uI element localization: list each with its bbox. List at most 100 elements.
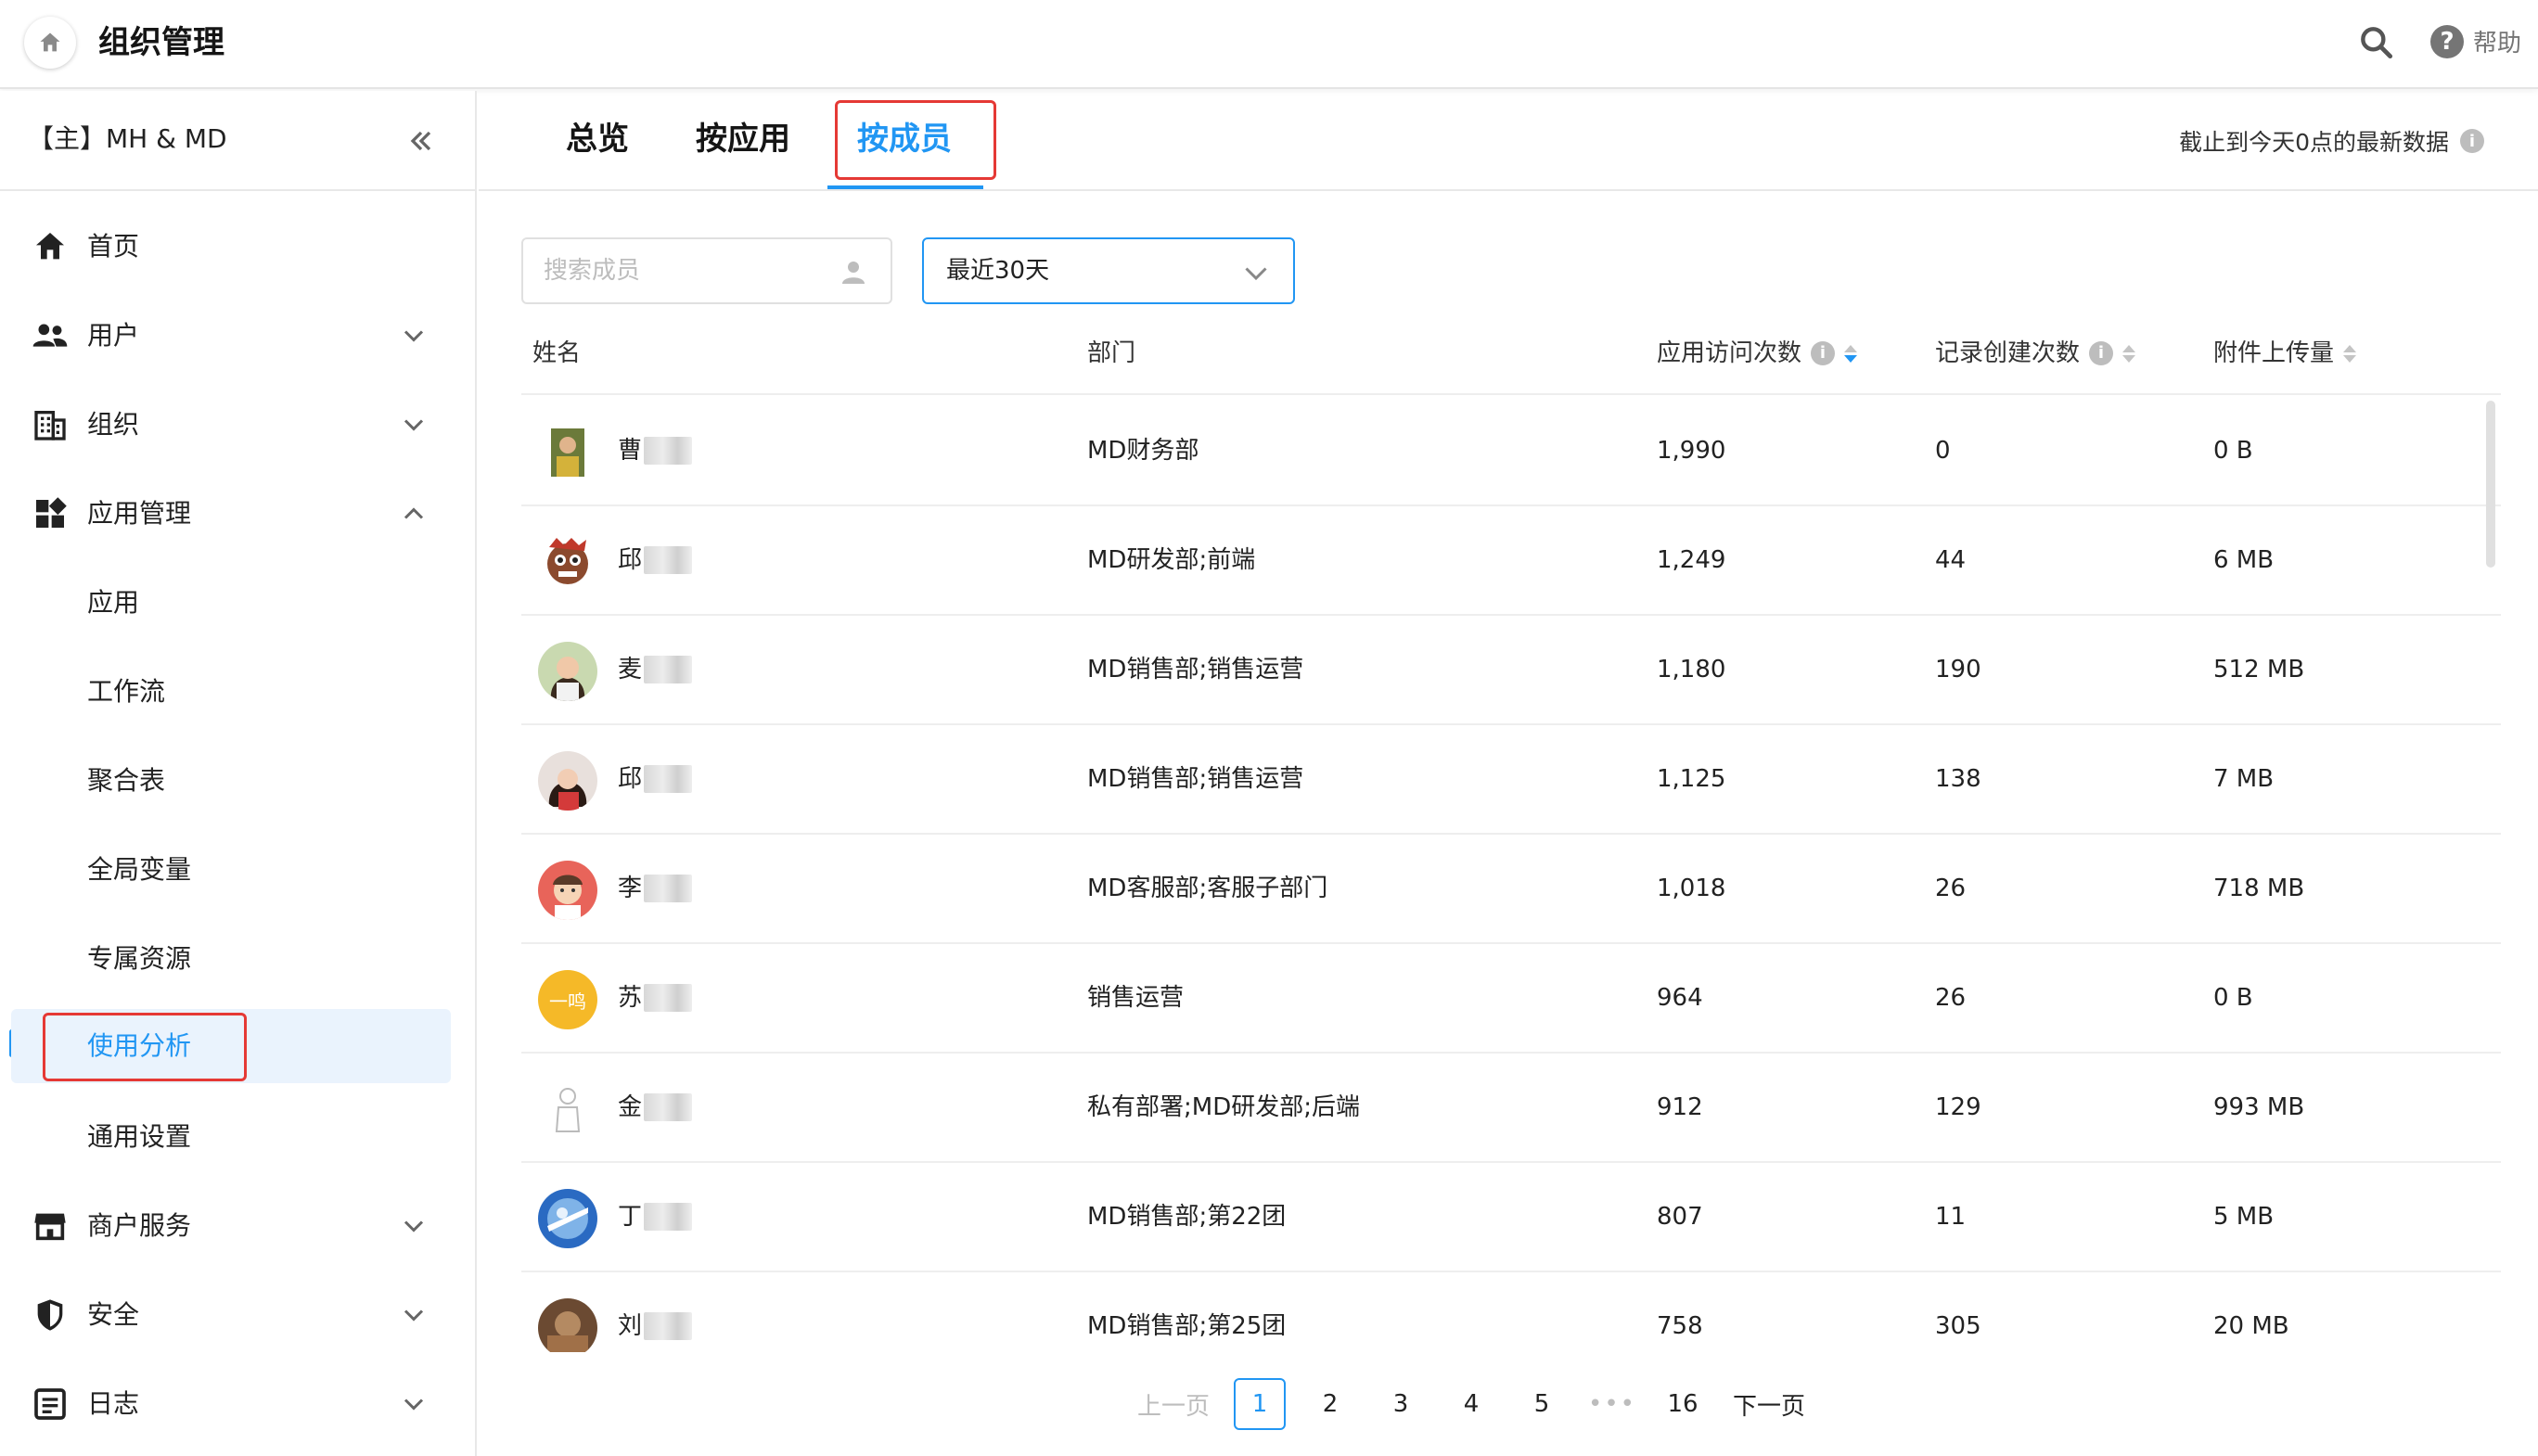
- table-row[interactable]: 丁 MD销售部;第22团 807 11 5 MB: [521, 1163, 2501, 1272]
- person-icon: [842, 262, 865, 284]
- uploads-cell: 0 B: [2213, 984, 2253, 1012]
- visits-cell: 1,990: [1657, 437, 1726, 465]
- visits-cell: 912: [1657, 1093, 1703, 1121]
- sidebar-item-label: 日志: [87, 1388, 140, 1419]
- records-cell: 138: [1935, 765, 1981, 793]
- sidebar-item-users[interactable]: 用户: [0, 299, 475, 373]
- help-button[interactable]: ? 帮助: [2430, 24, 2521, 58]
- column-label: 部门: [1087, 339, 1136, 367]
- member-name-text: 邱: [618, 765, 643, 793]
- visits-cell: 1,018: [1657, 875, 1726, 902]
- page-3-button[interactable]: 3: [1375, 1378, 1427, 1430]
- page-1-button[interactable]: 1: [1234, 1378, 1286, 1430]
- chevron-down-icon: [404, 1399, 424, 1411]
- log-icon: [34, 1388, 66, 1420]
- info-icon[interactable]: i: [2460, 129, 2484, 153]
- search-icon[interactable]: [2356, 22, 2397, 63]
- redacted-text: [644, 875, 693, 902]
- table-row[interactable]: 曹 MD财务部 1,990 0 0 B: [521, 397, 2501, 506]
- sidebar-item-apps[interactable]: 应用: [0, 566, 475, 640]
- member-search[interactable]: [521, 237, 892, 304]
- sort-icon[interactable]: [2343, 344, 2357, 363]
- sidebar-item-label: 安全: [87, 1299, 140, 1330]
- sort-icon[interactable]: [2122, 344, 2136, 363]
- column-header-records[interactable]: 记录创建次数 i: [1935, 336, 2136, 371]
- redacted-text: [644, 546, 693, 574]
- records-cell: 190: [1935, 656, 1981, 683]
- home-button[interactable]: [24, 17, 76, 69]
- table-row[interactable]: 麦 MD销售部;销售运营 1,180 190 512 MB: [521, 616, 2501, 725]
- dept-cell: MD财务部: [1087, 437, 1199, 465]
- sidebar-item-global-variables[interactable]: 全局变量: [0, 833, 475, 907]
- member-name: 丁: [618, 1198, 693, 1235]
- table-row[interactable]: 金 私有部署;MD研发部;后端 912 129 993 MB: [521, 1054, 2501, 1163]
- org-switcher[interactable]: 【主】MH & MD: [0, 91, 475, 191]
- sidebar-item-home[interactable]: 首页: [0, 210, 475, 284]
- uploads-cell: 512 MB: [2213, 656, 2305, 683]
- avatar: [538, 751, 597, 811]
- column-header-name: 姓名: [532, 336, 581, 371]
- member-name-text: 刘: [618, 1312, 643, 1340]
- data-freshness-note: 截止到今天0点的最新数据 i: [2179, 124, 2484, 158]
- sidebar-item-merchant-services[interactable]: 商户服务: [0, 1189, 475, 1263]
- table-body: 曹 MD财务部 1,990 0 0 B 邱 MD研发部;前端 1,249 44 …: [521, 397, 2501, 1352]
- building-icon: [34, 411, 66, 441]
- more-pages-ellipsis[interactable]: •••: [1586, 1378, 1638, 1430]
- sidebar-item-org[interactable]: 组织: [0, 388, 475, 462]
- users-icon: [32, 324, 68, 347]
- info-icon[interactable]: i: [2089, 341, 2114, 365]
- table-row[interactable]: 一鸣 苏 销售运营 964 26 0 B: [521, 944, 2501, 1054]
- sidebar-item-security[interactable]: 安全: [0, 1278, 475, 1352]
- member-name-text: 丁: [618, 1203, 643, 1231]
- info-icon[interactable]: i: [1811, 341, 1836, 365]
- records-cell: 26: [1935, 875, 1967, 902]
- search-input[interactable]: [544, 252, 822, 289]
- sidebar-item-logs[interactable]: 日志: [0, 1367, 475, 1441]
- member-name: 邱: [618, 760, 693, 798]
- date-range-select[interactable]: 最近30天: [922, 237, 1295, 304]
- member-name: 李: [618, 870, 693, 907]
- table-row[interactable]: 邱 MD研发部;前端 1,249 44 6 MB: [521, 506, 2501, 616]
- column-header-uploads[interactable]: 附件上传量: [2213, 336, 2357, 371]
- collapse-sidebar-icon[interactable]: [404, 124, 438, 158]
- tab-overview[interactable]: 总览: [566, 119, 629, 160]
- prev-page-button[interactable]: 上一页: [1132, 1378, 1215, 1430]
- sidebar-item-app-management[interactable]: 应用管理: [0, 477, 475, 551]
- redacted-text: [644, 1203, 693, 1231]
- page-5-button[interactable]: 5: [1516, 1378, 1568, 1430]
- sidebar-item-label: 全局变量: [87, 854, 192, 885]
- dept-cell: 销售运营: [1087, 984, 1185, 1012]
- member-name-text: 麦: [618, 656, 643, 683]
- column-label: 应用访问次数: [1657, 339, 1802, 367]
- avatar: [538, 861, 597, 920]
- scrollbar[interactable]: [2486, 401, 2495, 568]
- sidebar-item-aggregate-table[interactable]: 聚合表: [0, 744, 475, 818]
- redacted-text: [644, 1312, 693, 1340]
- member-name-text: 金: [618, 1093, 643, 1121]
- sidebar-item-label: 通用设置: [87, 1121, 192, 1152]
- chevron-down-icon: [404, 419, 424, 431]
- table-row[interactable]: 李 MD客服部;客服子部门 1,018 26 718 MB: [521, 835, 2501, 944]
- dept-cell: MD销售部;第25团: [1087, 1312, 1287, 1340]
- dept-cell: MD销售部;销售运营: [1087, 656, 1304, 683]
- member-name: 苏: [618, 979, 693, 1016]
- next-page-button[interactable]: 下一页: [1727, 1378, 1811, 1430]
- home-icon: [36, 233, 64, 260]
- chevron-down-icon: [1245, 267, 1267, 281]
- sidebar-item-workflow[interactable]: 工作流: [0, 655, 475, 729]
- sidebar-item-dedicated-resources[interactable]: 专属资源: [0, 922, 475, 996]
- page-16-button[interactable]: 16: [1657, 1378, 1709, 1430]
- page-4-button[interactable]: 4: [1445, 1378, 1497, 1430]
- uploads-cell: 993 MB: [2213, 1093, 2305, 1121]
- active-tab-indicator: [827, 185, 983, 189]
- sort-icon[interactable]: [1844, 344, 1858, 363]
- table-row[interactable]: 刘 MD销售部;第25团 758 305 20 MB: [521, 1272, 2501, 1352]
- page-2-button[interactable]: 2: [1304, 1378, 1356, 1430]
- pagination: 上一页 1 2 3 4 5 ••• 16 下一页: [1132, 1378, 1829, 1430]
- records-cell: 11: [1935, 1203, 1967, 1231]
- sidebar-item-general-settings[interactable]: 通用设置: [0, 1100, 475, 1174]
- column-header-visits[interactable]: 应用访问次数 i: [1657, 336, 1858, 371]
- table-row[interactable]: 邱 MD销售部;销售运营 1,125 138 7 MB: [521, 725, 2501, 835]
- chevron-down-icon: [404, 1220, 424, 1232]
- tab-by-app[interactable]: 按应用: [696, 119, 790, 160]
